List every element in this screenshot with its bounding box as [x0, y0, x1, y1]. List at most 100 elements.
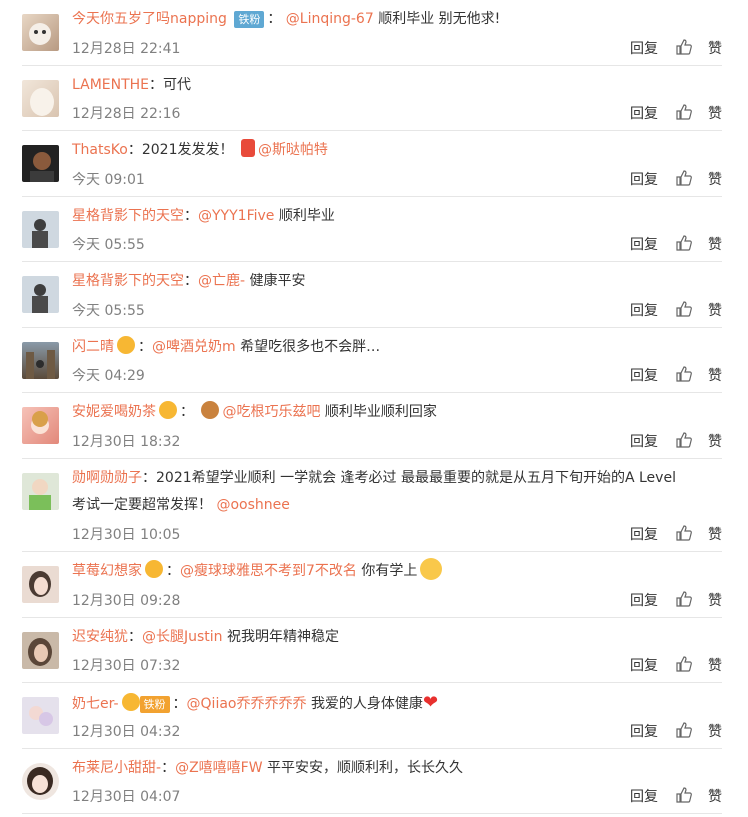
- username-link[interactable]: 安妮爱喝奶茶: [72, 404, 156, 420]
- separator: ：: [172, 696, 187, 712]
- avatar-image: [29, 479, 51, 510]
- like-button[interactable]: 赞: [708, 431, 722, 451]
- like-button[interactable]: 赞: [708, 524, 722, 544]
- username-link[interactable]: ThatsKo: [72, 142, 128, 158]
- comment-text: 迟安纯犹：@长腿Justin 祝我明年精神稳定: [72, 624, 722, 651]
- avatar-image: [26, 350, 55, 379]
- reply-button[interactable]: 回复: [630, 721, 658, 741]
- timestamp: 12月30日 04:07: [72, 789, 181, 805]
- thumbs-up-icon[interactable]: [676, 787, 692, 803]
- reply-button[interactable]: 回复: [630, 38, 658, 58]
- avatar[interactable]: [22, 632, 59, 669]
- thumbs-up-icon[interactable]: [676, 656, 692, 672]
- reply-button[interactable]: 回复: [630, 169, 658, 189]
- reply-button[interactable]: 回复: [630, 590, 658, 610]
- comment-body: 健康平安: [249, 273, 306, 289]
- comment-text: 安妮爱喝奶茶 ： @吃根巧乐兹吧 顺利毕业顺利回家: [72, 399, 722, 426]
- thumbs-up-icon[interactable]: [676, 235, 692, 251]
- fan-badge[interactable]: 铁粉: [234, 10, 265, 28]
- separator: ：: [166, 563, 180, 579]
- avatar[interactable]: [22, 80, 59, 117]
- like-button[interactable]: 赞: [708, 234, 722, 254]
- mention-link[interactable]: @ooshnee: [216, 497, 289, 513]
- timestamp: 12月30日 10:05: [72, 527, 181, 543]
- mention-link[interactable]: @吃根巧乐兹吧: [222, 404, 320, 420]
- comment-item: 勋啊勋勋子：2021希望学业顺利 一学就会 逢考必过 最最最重要的就是从五月下旬…: [22, 459, 722, 552]
- firecracker-emoji-icon: [240, 139, 255, 157]
- like-button[interactable]: 赞: [708, 103, 722, 123]
- avatar[interactable]: [22, 342, 59, 379]
- username-link[interactable]: 星格背影下的天空: [72, 273, 184, 289]
- mention-link[interactable]: @YYY1Five: [198, 208, 274, 224]
- separator: ：: [142, 470, 156, 486]
- avatar[interactable]: [22, 14, 59, 51]
- username-link[interactable]: 布莱尼小甜甜-: [72, 760, 161, 776]
- username-link[interactable]: LAMENTHE: [72, 77, 149, 93]
- username-link[interactable]: 星格背影下的天空: [72, 208, 184, 224]
- username-link[interactable]: 迟安纯犹: [72, 629, 128, 645]
- avatar[interactable]: [22, 473, 59, 510]
- timestamp: 今天 05:55: [72, 303, 145, 319]
- username-link[interactable]: 奶七er-: [72, 696, 119, 712]
- ok-hand-emoji-icon: [420, 558, 443, 580]
- thumbs-up-icon[interactable]: [676, 301, 692, 317]
- avatar[interactable]: [22, 211, 59, 248]
- mention-link[interactable]: @Qiiao乔乔乔乔乔: [187, 696, 307, 712]
- like-button[interactable]: 赞: [708, 365, 722, 385]
- avatar[interactable]: [22, 145, 59, 182]
- mention-link[interactable]: @长腿Justin: [142, 629, 223, 645]
- comment-item: 闪二晴 ：@啤酒兑奶m 希望吃很多也不会胖… 今天 04:29 回复 赞: [22, 328, 722, 393]
- reply-button[interactable]: 回复: [630, 300, 658, 320]
- mention-link[interactable]: @亡鹿-: [198, 273, 245, 289]
- thumbs-up-icon[interactable]: [676, 525, 692, 541]
- thumbs-up-icon[interactable]: [676, 39, 692, 55]
- thumbs-up-icon[interactable]: [676, 591, 692, 607]
- like-button[interactable]: 赞: [708, 300, 722, 320]
- comment-text: ThatsKo：2021发发发！ @斯哒帕特: [72, 137, 722, 164]
- comment-item: LAMENTHE：可代 12月28日 22:16 回复 赞: [22, 66, 722, 131]
- separator: ：: [267, 11, 282, 27]
- mention-link[interactable]: @瘦球球雅思不考到7不改名: [180, 563, 357, 579]
- username-link[interactable]: 勋啊勋勋子: [72, 470, 142, 486]
- comment-item: 草莓幻想家 ：@瘦球球雅思不考到7不改名 你有学上 12月30日 09:28 回复…: [22, 552, 722, 618]
- mention-link[interactable]: @啤酒兑奶m: [152, 339, 236, 355]
- thumbs-up-icon[interactable]: [676, 432, 692, 448]
- like-button[interactable]: 赞: [708, 655, 722, 675]
- avatar[interactable]: [22, 407, 59, 444]
- comment-item: 星格背影下的天空：@YYY1Five 顺利毕业 今天 05:55 回复 赞: [22, 197, 722, 262]
- thumbs-up-icon[interactable]: [676, 104, 692, 120]
- username-link[interactable]: 草莓幻想家: [72, 563, 142, 579]
- heart-emoji-icon: ❤: [422, 692, 439, 713]
- comment-text: 星格背影下的天空：@亡鹿- 健康平安: [72, 268, 722, 295]
- like-button[interactable]: 赞: [708, 169, 722, 189]
- comment-text: 草莓幻想家 ：@瘦球球雅思不考到7不改名 你有学上: [72, 558, 722, 585]
- mention-link[interactable]: @Linqing-67: [286, 11, 374, 27]
- avatar[interactable]: [22, 763, 59, 800]
- like-button[interactable]: 赞: [708, 38, 722, 58]
- like-button[interactable]: 赞: [708, 786, 722, 806]
- fan-badge[interactable]: 铁粉: [139, 695, 170, 713]
- thumbs-up-icon[interactable]: [676, 366, 692, 382]
- reply-button[interactable]: 回复: [630, 655, 658, 675]
- reply-button[interactable]: 回复: [630, 234, 658, 254]
- thumbs-up-icon[interactable]: [676, 722, 692, 738]
- reply-button[interactable]: 回复: [630, 431, 658, 451]
- mention-link[interactable]: @斯哒帕特: [258, 142, 328, 158]
- separator: ：: [138, 339, 152, 355]
- mention-link[interactable]: @Z嘻嘻嘻FW: [175, 760, 263, 776]
- avatar[interactable]: [22, 697, 59, 734]
- comment-item: 奶七er- 铁粉 ：@Qiiao乔乔乔乔乔 我爱的人身体健康❤ 12月30日 04:…: [22, 683, 722, 749]
- username-link[interactable]: 今天你五岁了吗napping: [72, 11, 227, 27]
- like-button[interactable]: 赞: [708, 721, 722, 741]
- reply-button[interactable]: 回复: [630, 524, 658, 544]
- username-link[interactable]: 闪二晴: [72, 339, 114, 355]
- avatar[interactable]: [22, 566, 59, 603]
- like-button[interactable]: 赞: [708, 590, 722, 610]
- avatar-image: [29, 571, 51, 597]
- reply-button[interactable]: 回复: [630, 786, 658, 806]
- avatar[interactable]: [22, 276, 59, 313]
- timestamp: 12月28日 22:16: [72, 106, 181, 122]
- reply-button[interactable]: 回复: [630, 365, 658, 385]
- thumbs-up-icon[interactable]: [676, 170, 692, 186]
- reply-button[interactable]: 回复: [630, 103, 658, 123]
